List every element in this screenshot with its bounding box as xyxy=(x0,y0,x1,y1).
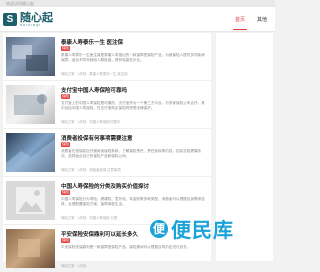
article-thumbnail[interactable] xyxy=(6,85,55,124)
article-thumbnail[interactable] xyxy=(6,133,55,172)
article-excerpt: 平安保险安保鼎利是一款保障型保险产品，保险期间可以根据合同约定进行延长。 xyxy=(61,245,191,249)
category-tag[interactable]: 保险 xyxy=(61,190,70,195)
site-logo[interactable]: S 随心起 SUIXINQI xyxy=(3,12,53,27)
image-placeholder-icon xyxy=(16,187,45,214)
article-thumbnail[interactable] xyxy=(6,229,55,268)
main-nav: 首页 其他 xyxy=(232,16,267,30)
logo-name: 随心起 xyxy=(20,11,53,24)
article-title[interactable]: 消费者投保有何事项需要注意 xyxy=(61,134,209,142)
category-tag[interactable]: 保险 xyxy=(61,142,70,147)
article-excerpt: 泰康人寿泰乐一生医注保是泰康人寿推出的一款保障型保险产品，为被保险人提供多项疾病… xyxy=(61,53,205,62)
top-bar: 欢迎访问随心起 xyxy=(0,0,275,7)
category-tag[interactable]: 保险 xyxy=(61,46,70,51)
article-excerpt: 中国人寿保险分为寿险、健康险、意外险、年金险等多种类型，消费者可以根据自身需求选… xyxy=(61,197,205,206)
site-header: S 随心起 SUIXINQI 首页 其他 xyxy=(0,7,275,32)
active-indicator xyxy=(232,29,247,30)
article-title[interactable]: 泰康人寿泰乐一生 医注保 xyxy=(61,38,209,46)
article-meta: 保险之家 · 1天前 · 中国人寿保险可靠吗 xyxy=(61,120,120,124)
article-thumbnail[interactable] xyxy=(6,181,55,220)
article-title[interactable]: 支付宝中国人寿保险可靠吗 xyxy=(61,86,209,94)
logo-subtitle: SUIXINQI xyxy=(20,23,42,27)
watermark-icon: 便 xyxy=(150,219,168,238)
article-meta: 保险之家 · 1天前 · 消费者投保 注意事项 xyxy=(61,168,121,172)
watermark-logo: 便 便民库 xyxy=(150,214,234,243)
article-meta: 保险之家 · 1天前 xyxy=(61,264,87,268)
article-meta: 保险之家 · 1天前 · 泰康人寿泰乐一生 医注保 xyxy=(61,72,128,76)
article-excerpt: 消费者在投保前应仔细阅读保险条款，了解保险责任、责任免除等内容，如实告知健康状况… xyxy=(61,149,202,158)
logo-mark: S xyxy=(3,13,17,26)
watermark-text: 便民库 xyxy=(171,220,234,242)
article-excerpt: 支付宝上的中国人寿保险是可靠的，支付宝作为一个第三方平台，与多家保险公司合作，其… xyxy=(61,101,205,110)
list-item[interactable]: 泰康人寿泰乐一生 医注保 保险 泰康人寿泰乐一生医注保是泰康人寿推出的一款保障型… xyxy=(3,33,211,81)
article-title[interactable]: 中国人寿保险的分类及购买价值探讨 xyxy=(61,182,209,190)
welcome-text: 欢迎访问随心起 xyxy=(6,1,34,6)
nav-home[interactable]: 首页 xyxy=(232,16,247,30)
article-thumbnail[interactable] xyxy=(6,37,55,76)
list-item[interactable]: 支付宝中国人寿保险可靠吗 保险 支付宝上的中国人寿保险是可靠的，支付宝作为一个第… xyxy=(3,81,211,129)
category-tag[interactable]: 保险 xyxy=(61,238,70,243)
list-item[interactable]: 消费者投保有何事项需要注意 保险 消费者在投保前应仔细阅读保险条款，了解保险责任… xyxy=(3,129,211,177)
nav-item-other[interactable]: 其他 xyxy=(257,16,267,23)
category-tag[interactable]: 保险 xyxy=(61,94,70,99)
